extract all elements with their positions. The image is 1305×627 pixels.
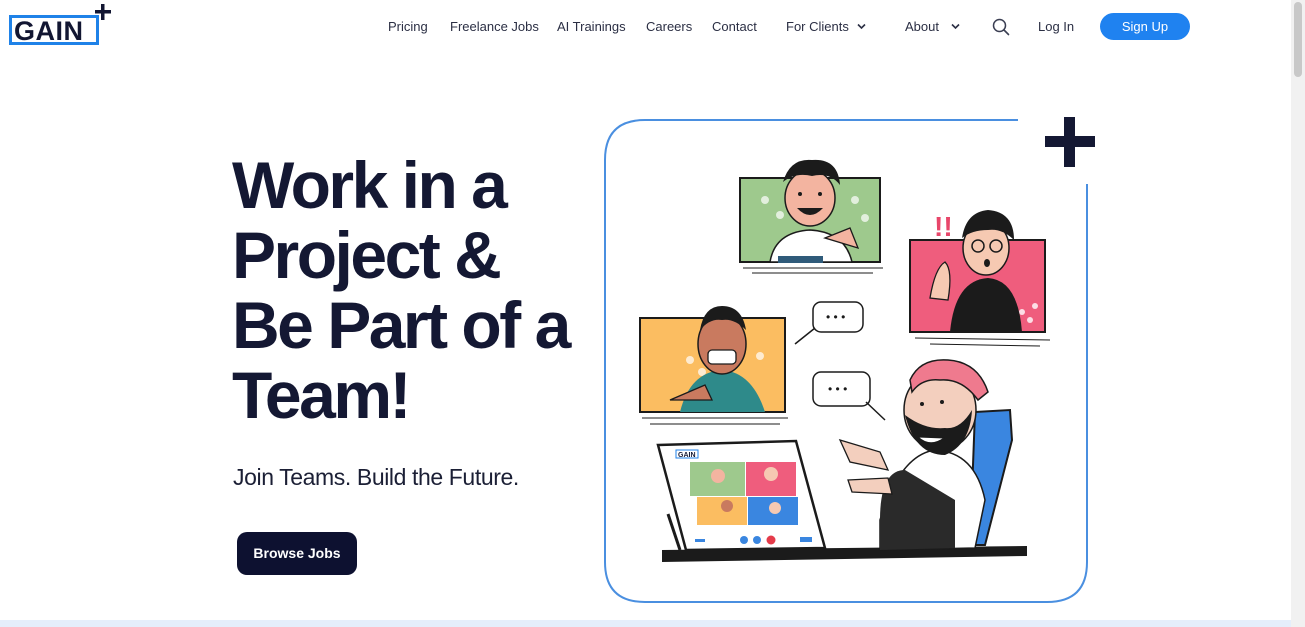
hero-title-line: Be Part of a	[232, 288, 571, 362]
nav-freelance-jobs[interactable]: Freelance Jobs	[450, 17, 539, 37]
chevron-down-icon[interactable]	[951, 23, 960, 30]
speech-bubble: • • •	[812, 371, 886, 421]
nav-contact[interactable]: Contact	[712, 17, 757, 37]
video-tile-glasses: !!	[909, 210, 1051, 347]
nav-careers[interactable]: Careers	[646, 17, 692, 37]
login-link[interactable]: Log In	[1038, 17, 1074, 37]
page-scrollbar[interactable]	[1291, 0, 1305, 627]
chevron-down-icon[interactable]	[857, 23, 866, 30]
svg-text:GAIN: GAIN	[678, 452, 696, 459]
hero-subtitle: Join Teams. Build the Future.	[233, 464, 519, 490]
hero-title: Work in a Project & Be Part of a Team!	[232, 150, 612, 430]
search-icon[interactable]	[992, 18, 1010, 36]
section-divider	[0, 620, 1291, 627]
video-tile-laughing	[639, 306, 788, 425]
nav-for-clients[interactable]: For Clients	[786, 17, 849, 37]
nav-about[interactable]: About	[905, 17, 939, 37]
video-tile-curly-hair	[739, 159, 883, 274]
nav-ai-trainings[interactable]: AI Trainings	[557, 17, 626, 37]
browse-jobs-button[interactable]: Browse Jobs	[237, 532, 357, 575]
frame-plus-icon	[1045, 117, 1095, 167]
svg-text:• • •: • • •	[826, 310, 845, 324]
hero-title-line: Project &	[232, 218, 502, 292]
svg-text:• • •: • • •	[828, 382, 847, 396]
nav-pricing[interactable]: Pricing	[388, 17, 428, 37]
laptop-screen: GAIN	[656, 439, 827, 552]
speech-bubble: • • •	[794, 301, 864, 345]
hero-title-line: Team!	[232, 358, 412, 432]
sign-up-button[interactable]: Sign Up	[1100, 13, 1190, 40]
team-call-illustration: !! • • • • • • GAIN	[604, 117, 1095, 603]
scrollbar-thumb[interactable]	[1294, 2, 1302, 77]
svg-text:!!: !!	[934, 211, 953, 242]
hero-title-line: Work in a	[232, 148, 508, 222]
